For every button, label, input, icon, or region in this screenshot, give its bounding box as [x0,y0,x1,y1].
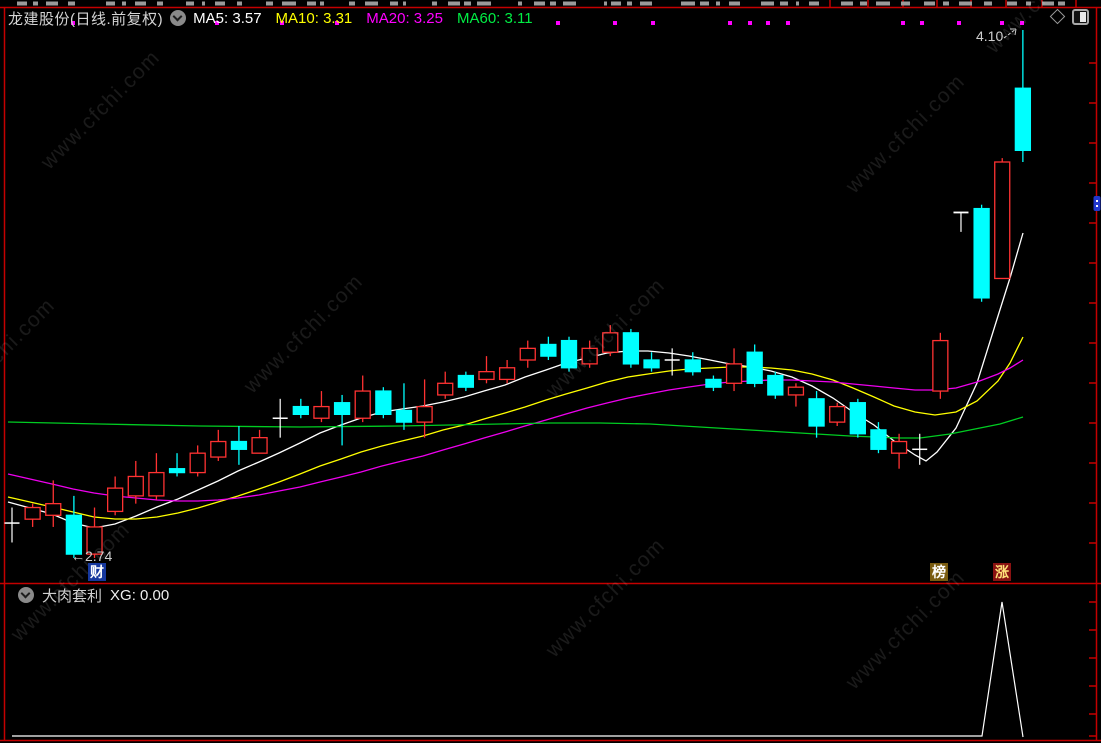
signal-dot [901,21,905,25]
signal-dot [556,21,560,25]
candle-body-down [375,390,392,416]
candle-body-down [292,405,309,416]
candle-body-down [540,343,557,357]
high-price-label: 4.10 [976,28,1004,44]
candle-body-up [478,370,495,381]
stock-app-window: 龙建股份(日线.前复权) MA5: 3.57 MA10: 3.31 MA20: 3.… [0,0,1101,743]
candle-body-down [622,332,640,365]
candle-body-up [787,386,805,396]
candle-body-down [643,359,660,369]
candle-body-up [148,471,165,497]
candle-body-up [107,487,124,513]
candle-body-up [932,339,949,392]
candle-body-up [725,363,743,384]
low-price-label: ←2.74 [71,548,113,564]
chevron-down-circle-icon[interactable] [18,587,34,603]
axis-scroll-marker[interactable] [1093,196,1101,211]
sub-indicator-value: XG: 0.00 [110,586,170,604]
clipped-top-row [0,0,1101,8]
diamond-icon[interactable] [1049,8,1066,25]
candle-body-up [994,161,1011,280]
candle-body-down [457,374,475,388]
candle-body-down [870,429,887,450]
candle-body-up [890,440,908,454]
candle-body-down [746,351,763,384]
corner-icons [1049,8,1089,25]
stock-title[interactable]: 龙建股份(日线.前复权) [8,8,163,29]
candle-body-up [313,405,330,419]
candle-body-up [416,405,433,423]
axis-scroll-marker-dot [1096,200,1098,202]
sub-chart-header: 大肉套利 XG: 0.00 [18,585,170,606]
candle-body-up [354,390,371,419]
candle-body-down [395,409,413,423]
candle-body-up [45,502,62,516]
candle-body-up [519,347,536,361]
candle-body-up [24,506,41,520]
candle-body-up [829,405,846,423]
candle-body-up [437,382,454,396]
panel-layout-icon[interactable] [1072,9,1089,25]
main-chart-header: 龙建股份(日线.前复权) MA5: 3.57 MA10: 3.31 MA20: 3.… [8,8,533,29]
candle-body-down [684,359,701,373]
sub-indicator-title[interactable]: 大肉套利 [42,585,102,606]
candle-body-down [808,398,825,427]
candle-body-up [189,452,206,474]
candle-body-down [333,402,351,416]
candle-body-down [767,374,784,396]
candle-body-down [168,468,186,474]
signal-dot [728,21,732,25]
ma-label-2: MA20: 3.25 [366,9,443,27]
signal-badge-0[interactable]: 财 [88,563,106,581]
signal-dot [613,21,617,25]
signal-badge-1[interactable]: 榜 [930,563,948,581]
candle-body-up [251,436,268,454]
candle-body-down [705,378,722,388]
signal-dot [957,21,961,25]
signal-dot [748,21,752,25]
signal-badge-2[interactable]: 涨 [993,563,1011,581]
candle-body-up [498,367,516,381]
candle-body-up [127,475,144,497]
ma-label-0: MA5: 3.57 [193,9,262,27]
signal-dot [920,21,924,25]
candle-body-down [1014,87,1032,152]
signal-dot [786,21,790,25]
candle-body-up [210,440,227,458]
ma-label-3: MA60: 3.11 [456,9,533,27]
candle-body-down [230,440,248,450]
signal-dot [766,21,770,25]
ma-label-1: MA10: 3.31 [275,9,353,27]
candle-body-down [973,207,990,299]
chevron-down-circle-icon[interactable] [170,10,187,26]
candle-body-down [849,402,866,435]
axis-scroll-marker-dot [1096,205,1098,207]
signal-dot [651,21,655,25]
ma-indicator-labels: MA5: 3.57 MA10: 3.31 MA20: 3.25 MA60: 3.11 [193,10,532,27]
